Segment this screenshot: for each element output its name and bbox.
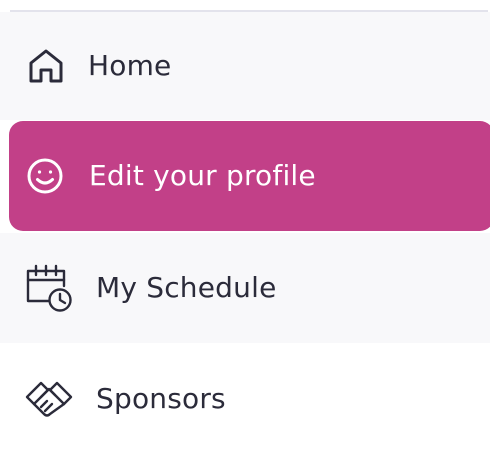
sidebar-item-label: Home bbox=[88, 49, 172, 82]
sidebar-item-sponsors[interactable]: Sponsors bbox=[0, 344, 490, 454]
sidebar-item-label: My Schedule bbox=[96, 271, 277, 304]
sidebar-item-label: Edit your profile bbox=[89, 159, 316, 192]
sidebar-item-home[interactable]: Home bbox=[0, 12, 490, 120]
sidebar-item-my-schedule[interactable]: My Schedule bbox=[0, 233, 490, 343]
sidebar-item-edit-profile[interactable]: Edit your profile bbox=[9, 121, 490, 231]
sidebar-nav: Home Edit your profile My Schedule Spons… bbox=[0, 0, 490, 454]
calendar-clock-icon bbox=[24, 262, 74, 314]
smiley-icon bbox=[23, 154, 67, 198]
home-icon bbox=[24, 44, 68, 88]
sidebar-item-label: Sponsors bbox=[96, 382, 226, 415]
handshake-icon bbox=[24, 377, 74, 421]
